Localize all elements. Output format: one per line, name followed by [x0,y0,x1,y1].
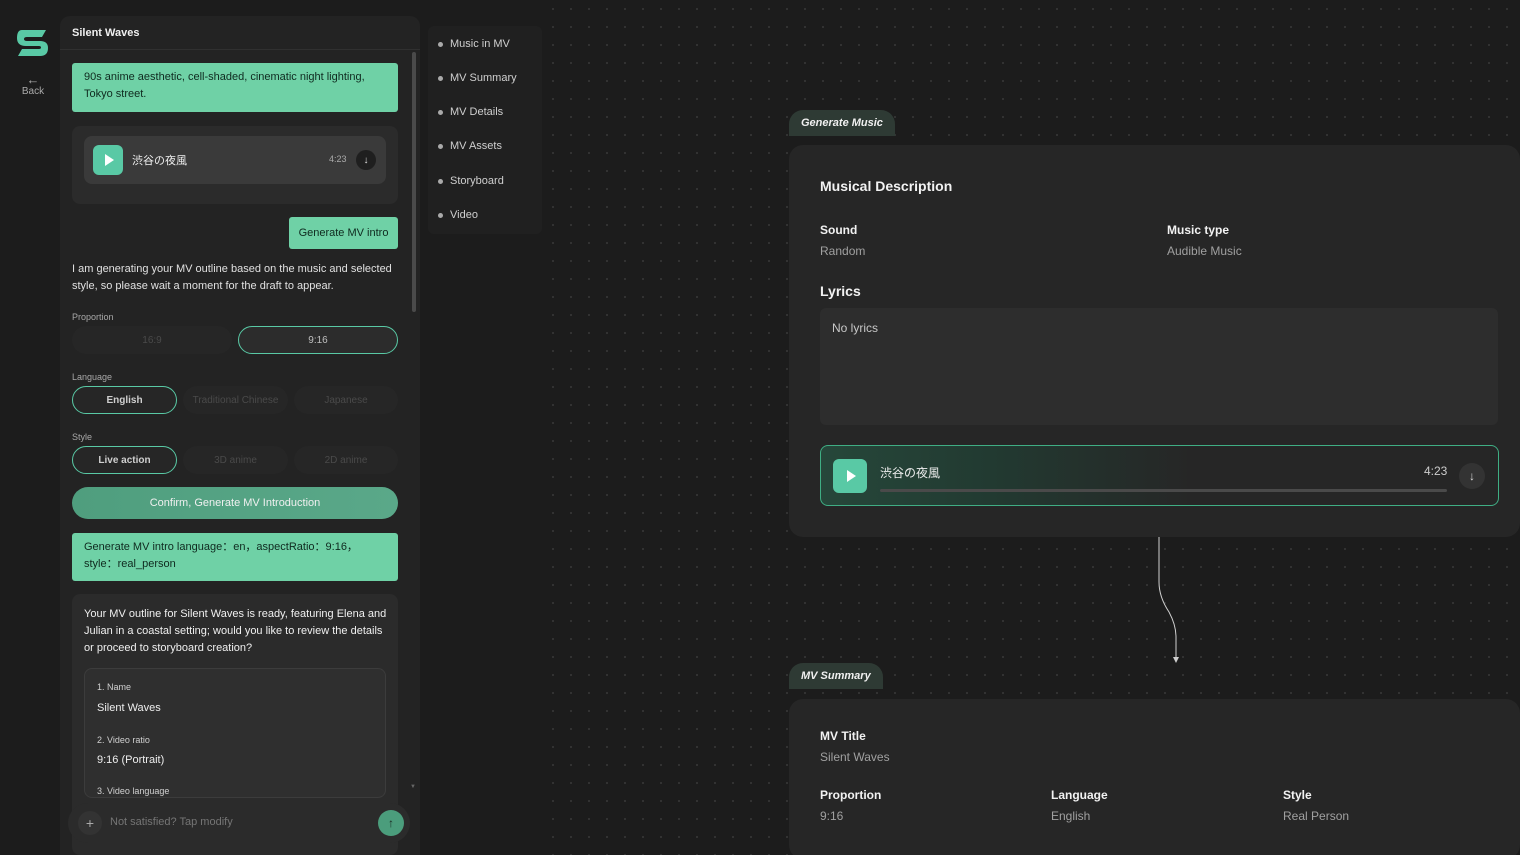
play-button[interactable] [833,459,867,493]
music-type-value: Audible Music [1167,244,1242,258]
track-duration: 4:23 [1424,464,1448,478]
generate-music-node: Musical Description Sound Random Music t… [789,145,1520,537]
proportion-value: 9:16 [820,809,844,823]
option-9-16[interactable]: 9:16 [238,326,398,354]
option-live-action[interactable]: Live action [72,446,177,474]
play-icon [105,154,114,166]
workflow-canvas[interactable]: Generate Music Musical Description Sound… [544,0,1520,855]
node-connector [1158,537,1179,663]
lyrics-value: No lyrics [832,321,879,335]
arrow-up-icon: ↑ [388,816,394,830]
play-icon [847,470,856,482]
option-english[interactable]: English [72,386,177,414]
music-type-label: Music type [1167,223,1230,237]
back-button[interactable]: ← Back [14,72,52,97]
chat-input[interactable] [110,816,360,828]
chat-panel: Silent Waves 90s anime aesthetic, cell-s… [60,16,420,855]
nav-item-music-in-mv[interactable]: Music in MV [438,38,510,50]
lyrics-box: No lyrics [820,308,1498,425]
outline-details: 1. Name Silent Waves 2. Video ratio 9:16… [84,668,386,798]
bullet-icon [438,143,443,149]
option-japanese[interactable]: Japanese [294,386,398,414]
track-name: 渋谷の夜風 [880,466,941,480]
divider [60,49,420,50]
sound-value: Random [820,244,866,258]
proportion-label: Proportion [820,788,882,802]
option-traditional-chinese[interactable]: Traditional Chinese [183,386,288,414]
status-message: I am generating your MV outline based on… [72,263,392,292]
option-16-9[interactable]: 16:9 [72,326,232,354]
scroll-down-icon[interactable]: ▼ [410,784,416,790]
prompt-bubble: 90s anime aesthetic, cell-shaded, cinema… [72,63,398,112]
chat-title: Silent Waves [72,27,140,39]
intro-request-bubble: Generate MV intro language：en，aspectRati… [72,533,398,581]
proportion-label: Proportion [72,312,114,322]
outline-item-value: Silent Waves [97,702,161,714]
music-player: 渋谷の夜風 4:23 ↓ [820,445,1499,506]
chat-input-bar: + ↑ [68,803,410,843]
language-label: Language [1051,788,1108,802]
mv-title-label: MV Title [820,729,866,743]
bullet-icon [438,109,443,115]
app-logo-icon [17,30,48,56]
outline-message: Your MV outline for Silent Waves is read… [84,608,387,654]
option-3d-anime[interactable]: 3D anime [183,446,288,474]
mv-title-value: Silent Waves [820,750,890,764]
bullet-icon [438,41,443,47]
play-button[interactable] [93,145,123,175]
bullet-icon [438,212,443,218]
option-2d-anime[interactable]: 2D anime [294,446,398,474]
language-label: Language [72,372,113,382]
outline-item-value: 9:16 (Portrait) [97,754,165,766]
lyrics-heading: Lyrics [820,283,861,299]
outline-item-label: 2. Video ratio [97,735,150,745]
mv-summary-node: MV Title Silent Waves Proportion 9:16 La… [789,699,1520,855]
track-duration: 4:23 [329,154,347,164]
track-name: 渋谷の夜風 [132,155,187,167]
nav-item-video[interactable]: Video [438,209,478,221]
track-progress-bar[interactable] [880,489,1447,492]
left-rail: ← Back [0,0,60,855]
nav-item-storyboard[interactable]: Storyboard [438,175,504,187]
style-label: Style [1283,788,1312,802]
generate-intro-bubble: Generate MV intro [289,217,398,249]
bullet-icon [438,75,443,81]
arrow-down-icon: ↓ [363,154,369,166]
download-button[interactable]: ↓ [356,150,376,170]
nav-item-mv-summary[interactable]: MV Summary [438,72,517,84]
plus-icon: + [85,815,95,831]
confirm-generate-button[interactable]: Confirm, Generate MV Introduction [72,487,398,519]
mv-summary-tag: MV Summary [789,663,883,689]
music-player-small: 渋谷の夜風 4:23 ↓ [84,136,386,184]
style-value: Real Person [1283,809,1350,823]
generate-music-tag: Generate Music [789,110,895,136]
sound-label: Sound [820,223,858,237]
nav-item-mv-assets[interactable]: MV Assets [438,140,502,152]
download-button[interactable]: ↓ [1459,463,1485,489]
arrow-down-icon: ↓ [1469,469,1475,483]
add-attachment-button[interactable]: + [78,811,102,835]
back-label: Back [21,86,45,97]
nav-item-mv-details[interactable]: MV Details [438,106,503,118]
language-value: English [1051,809,1091,823]
arrow-left-icon: ← [26,72,40,87]
style-label: Style [72,432,93,442]
musical-description-heading: Musical Description [820,178,953,194]
chat-scrollbar[interactable] [412,52,416,312]
section-nav: Music in MV MV Summary MV Details MV Ass… [428,26,542,234]
outline-item-label: 3. Video language [97,786,170,796]
bullet-icon [438,178,443,184]
send-button[interactable]: ↑ [378,810,404,836]
outline-item-label: 1. Name [97,682,132,692]
